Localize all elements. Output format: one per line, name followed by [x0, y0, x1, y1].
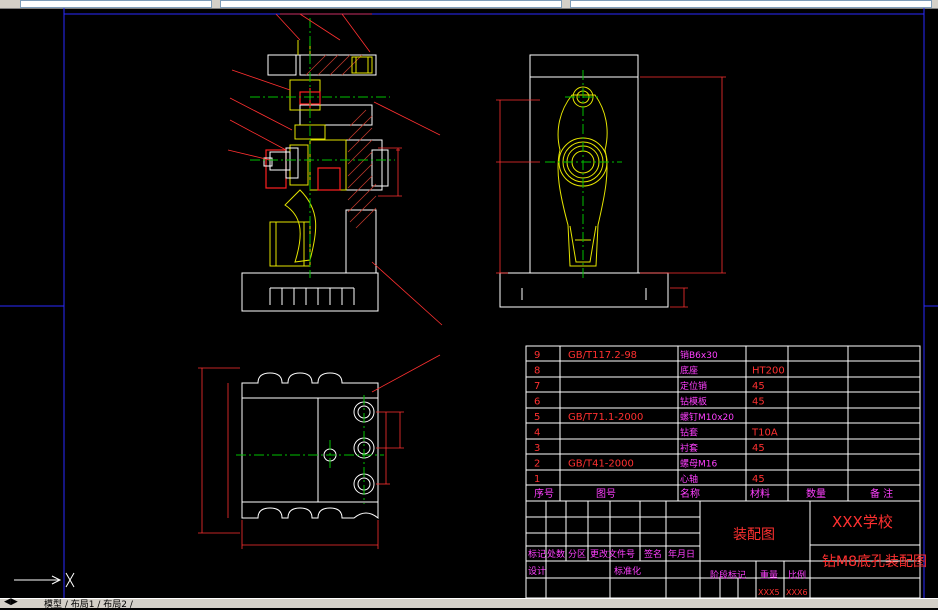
bom-cell-material: T10A	[751, 428, 778, 439]
drawing-title: 钻M8底孔装配图	[822, 554, 927, 570]
bom-cell-name: 心轴	[680, 473, 698, 485]
bom-cell-code: GB/T71.1-2000	[568, 412, 643, 423]
linetype-dropdown[interactable]	[220, 0, 562, 8]
bom-cell-material: HT200	[752, 366, 785, 377]
bom-cell-material: 45	[752, 443, 765, 454]
bom-table: 9 GB/T117.2-98 销B6x30 8 底座 HT200 7 定位销 45 6 钻模板 45 5…	[525, 345, 921, 502]
rev-label-date: 年月日	[668, 548, 695, 560]
bom-cell-code: GB/T41-2000	[568, 459, 634, 470]
bom-header-qty: 数量	[806, 487, 826, 500]
bom-cell-name: 螺母M16	[680, 459, 717, 470]
bom-cell-no: 6	[534, 397, 540, 408]
cad-drawing-canvas[interactable]: 9 GB/T117.2-98 销B6x30 8 底座 HT200 7 定位销 45 6 钻模板 45 5…	[0, 8, 938, 598]
bom-cell-no: 5	[534, 412, 540, 423]
scale-value: XXX6	[786, 588, 808, 597]
layer-dropdown[interactable]	[20, 0, 212, 8]
lineweight-dropdown[interactable]	[570, 0, 932, 8]
rev-label-signature: 签名	[644, 548, 662, 560]
front-section-view	[227, 13, 443, 326]
bom-cell-no: 8	[534, 366, 540, 377]
drawing-frame	[0, 8, 938, 598]
rev-label-change-doc: 更改文件号	[590, 548, 635, 560]
bom-cell-no: 1	[534, 474, 540, 485]
side-view	[496, 54, 726, 308]
rev-label-mark: 标记	[528, 548, 546, 560]
bom-cell-name: 底座	[680, 365, 698, 377]
bom-header-remark: 备 注	[870, 487, 893, 500]
bom-cell-name: 衬套	[680, 442, 698, 454]
bom-cell-material: 45	[752, 397, 765, 408]
stage-label: 阶段标记	[710, 569, 746, 581]
bom-header-code: 图号	[596, 488, 616, 500]
weight-label: 重量	[760, 569, 778, 581]
bom-cell-no: 7	[534, 381, 540, 392]
bom-header-name: 名称	[680, 487, 700, 500]
school-name: XXX学校	[832, 513, 893, 531]
rev-label-count: 处数	[547, 548, 565, 560]
scale-label: 比例	[788, 569, 806, 581]
ucs-icon	[14, 572, 75, 588]
nav-arrows-icon[interactable]: ◀▶	[4, 597, 18, 607]
bom-cell-name: 定位销	[680, 380, 707, 392]
bom-cell-name: 螺钉M10x20	[680, 412, 734, 423]
title-block: 装配图 XXX学校 钻M8底孔装配图 标记 处数 分区 更改文件号 签名 年月日…	[525, 500, 927, 598]
bom-cell-material: 45	[752, 474, 765, 485]
rev-label-zone: 分区	[568, 549, 586, 560]
standardization-label: 标准化	[614, 565, 641, 577]
bom-cell-no: 2	[534, 459, 540, 470]
bom-cell-name: 钻套	[680, 427, 698, 439]
bom-header-no: 序号	[534, 487, 554, 500]
weight-value: XXX5	[758, 588, 780, 597]
bom-cell-no: 4	[534, 428, 540, 439]
bom-cell-name: 钻模板	[680, 396, 707, 408]
top-view	[198, 354, 441, 549]
bom-cell-material: 45	[752, 381, 765, 392]
bom-cell-no: 9	[534, 350, 540, 361]
bom-cell-code: GB/T117.2-98	[568, 350, 637, 361]
bom-cell-no: 3	[534, 443, 540, 454]
drawing-kind: 装配图	[733, 527, 775, 543]
bom-header-material: 材料	[750, 487, 770, 500]
layout-tabs[interactable]: 模型 / 布局1 / 布局2 /	[44, 597, 133, 610]
bom-cell-name: 销B6x30	[680, 349, 718, 361]
designer-label: 设计	[528, 565, 546, 577]
